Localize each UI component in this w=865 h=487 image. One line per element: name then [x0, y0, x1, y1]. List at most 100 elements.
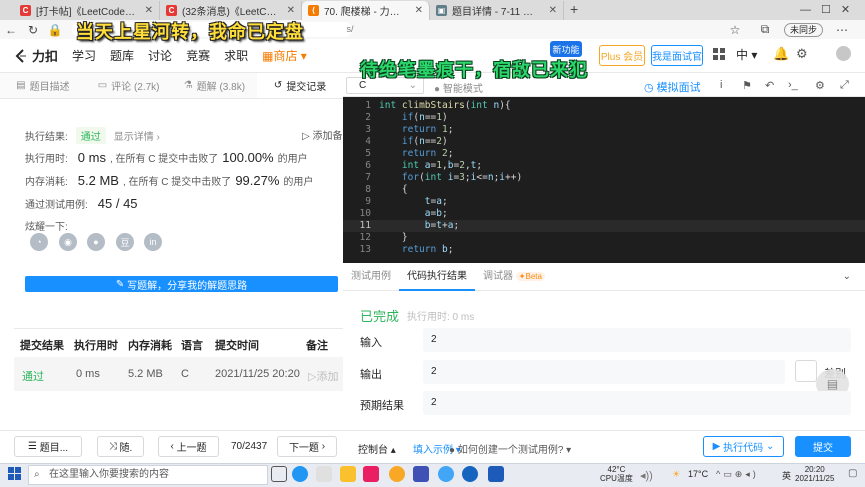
- tray-icons[interactable]: ^▭⊕◂): [716, 469, 759, 480]
- diff-checkbox[interactable]: [795, 360, 817, 382]
- console-toggle[interactable]: 控制台 ▴: [358, 441, 396, 456]
- settings-icon[interactable]: ⚙: [815, 79, 825, 92]
- star-icon[interactable]: ☆: [724, 23, 746, 37]
- grid-icon[interactable]: [712, 47, 726, 61]
- close-icon[interactable]: ✕: [549, 5, 557, 16]
- wechat-icon[interactable]: ◔: [30, 233, 48, 251]
- table-header: 提交结果: [20, 340, 64, 352]
- table-cell-note[interactable]: ▷添加: [308, 368, 338, 384]
- avatar[interactable]: [836, 46, 851, 61]
- settings-icon[interactable]: ⚙: [796, 46, 808, 62]
- tab-description[interactable]: ▤ 题目描述: [0, 73, 86, 98]
- refresh-icon[interactable]: ↻: [22, 23, 44, 37]
- interviewer-button[interactable]: 我是面试官: [651, 45, 703, 66]
- tab-exec-result[interactable]: 代码执行结果: [399, 263, 475, 291]
- explorer-icon[interactable]: [340, 466, 356, 482]
- language-switch[interactable]: 中 ▾: [736, 46, 757, 63]
- tab-comments[interactable]: ▭ 评论 (2.7k): [86, 73, 172, 98]
- nav-jobs[interactable]: 求职: [224, 47, 248, 64]
- app-k2-icon[interactable]: [462, 466, 478, 482]
- collapse-icon[interactable]: ⌄: [843, 271, 851, 282]
- tab-testcase[interactable]: 测试用例: [343, 263, 399, 291]
- random-button[interactable]: ⤨ 随.: [97, 436, 144, 457]
- next-button[interactable]: 下一题 ›: [277, 436, 337, 457]
- browser-tab-3[interactable]: ⟨ 70. 爬楼梯 - 力扣 (LeetCode) ✕: [302, 1, 430, 20]
- word-icon[interactable]: [488, 466, 504, 482]
- browser-tab-4[interactable]: ▣ 题目详情 - 7-11 数组-小光头的运 ✕: [430, 1, 564, 20]
- ime-indicator[interactable]: 英: [782, 469, 791, 482]
- terminal-icon[interactable]: ›_: [788, 79, 798, 91]
- tab-submissions[interactable]: ↺ 提交记录: [257, 73, 343, 98]
- new-feature-badge[interactable]: 新功能: [550, 41, 582, 57]
- tab-debugger[interactable]: 调试器 ✦Beta: [475, 263, 553, 291]
- linkedin-icon[interactable]: in: [144, 233, 162, 251]
- undo-icon[interactable]: ↶: [765, 79, 774, 92]
- douban-icon[interactable]: 豆: [116, 233, 134, 251]
- problem-list-button[interactable]: ☰ 题目...: [14, 436, 82, 457]
- qq-icon[interactable]: ●: [87, 233, 105, 251]
- nav-discuss[interactable]: 讨论: [148, 47, 172, 64]
- weibo-icon[interactable]: ◉: [59, 233, 77, 251]
- nav-contest[interactable]: 竞赛: [186, 47, 210, 64]
- clock-time: 20:20: [804, 465, 825, 474]
- help-icon: ●: [449, 445, 456, 456]
- new-tab-button[interactable]: +: [570, 1, 578, 17]
- task-view-icon[interactable]: [271, 466, 287, 482]
- chevron-left-icon: ‹: [170, 441, 174, 452]
- close-icon[interactable]: ✕: [287, 5, 295, 16]
- cases-value: 45 / 45: [97, 196, 138, 211]
- plus-member-button[interactable]: Plus 会员: [599, 45, 645, 66]
- show-detail-link[interactable]: 显示详情 ›: [114, 128, 160, 143]
- nav-learn[interactable]: 学习: [72, 47, 96, 64]
- window-controls[interactable]: —☐✕: [800, 3, 860, 16]
- smart-mode-label: 智能模式: [442, 84, 483, 95]
- info-icon[interactable]: i: [720, 79, 722, 91]
- table-cell-status[interactable]: 通过: [22, 368, 44, 384]
- tab-solutions[interactable]: ⚗ 题解 (3.8k): [172, 73, 258, 98]
- speaker-icon[interactable]: ◂)): [640, 469, 653, 482]
- code-line: 9 t=a;: [365, 196, 448, 207]
- submit-button[interactable]: 提交: [795, 436, 851, 457]
- how-testcase-link[interactable]: ● 如何创建一个测试用例? ▾: [449, 441, 571, 456]
- table-cell-runtime: 0 ms: [76, 368, 100, 380]
- bell-icon[interactable]: 🔔: [773, 46, 789, 62]
- csdn-favicon-icon: C: [20, 5, 31, 16]
- tab-label: 题解 (3.8k): [196, 82, 246, 93]
- profile-button[interactable]: 未同步: [783, 22, 823, 37]
- add-note-button[interactable]: ▷ 添加备: [302, 127, 342, 142]
- beta-badge: ✦Beta: [515, 271, 545, 281]
- prev-label: 上一题: [176, 443, 207, 454]
- logo[interactable]: 力扣: [14, 46, 58, 65]
- run-code-button[interactable]: ▶ 执行代码 ⌄: [703, 436, 784, 457]
- collections-icon[interactable]: ⧉: [754, 22, 776, 37]
- nav-store[interactable]: ▦商店 ▾: [262, 47, 307, 64]
- edge-icon[interactable]: [292, 466, 308, 482]
- prev-button[interactable]: ‹ 上一题: [158, 436, 219, 457]
- taskbar-search-input[interactable]: ⌕ 在这里输入你要搜索的内容: [28, 465, 268, 485]
- weather-icon: ☀: [672, 469, 681, 479]
- close-icon[interactable]: ✕: [415, 5, 423, 16]
- visual-studio-icon[interactable]: [413, 466, 429, 482]
- store-app-icon[interactable]: [316, 466, 332, 482]
- close-icon[interactable]: ✕: [145, 5, 153, 16]
- windows-start-icon[interactable]: [8, 467, 21, 483]
- app-icon[interactable]: [363, 466, 379, 482]
- more-icon[interactable]: ⋯: [831, 23, 853, 37]
- clock[interactable]: 20:20 2021/11/25: [795, 465, 834, 483]
- nav-problems[interactable]: 题库: [110, 47, 134, 64]
- flag-icon[interactable]: ⚑: [742, 79, 752, 92]
- smart-mode-toggle[interactable]: ● 智能模式: [434, 80, 483, 95]
- fullscreen-icon[interactable]: ⤢: [840, 79, 849, 92]
- back-icon[interactable]: ←: [0, 23, 22, 37]
- notification-icon[interactable]: ▢: [848, 468, 857, 479]
- app-k-icon[interactable]: [438, 466, 454, 482]
- logo-text: 力扣: [32, 49, 59, 64]
- chevron-right-icon: ›: [321, 441, 326, 452]
- mock-interview-button[interactable]: ◷ 模拟面试: [644, 79, 701, 95]
- browser-app-icon[interactable]: [389, 466, 405, 482]
- code-editor[interactable]: 1 int climbStairs(int n){ 2 if(n==1) 3 re…: [343, 97, 865, 263]
- play-icon: ▷: [302, 131, 310, 142]
- pencil-icon: ✎: [115, 278, 125, 290]
- write-solution-button[interactable]: ✎ 写题解，分享我的解题思路: [25, 276, 338, 292]
- memory-row: 内存消耗: 5.2 MB , 在所有 C 提交中击败了 99.27% 的用户: [25, 173, 313, 188]
